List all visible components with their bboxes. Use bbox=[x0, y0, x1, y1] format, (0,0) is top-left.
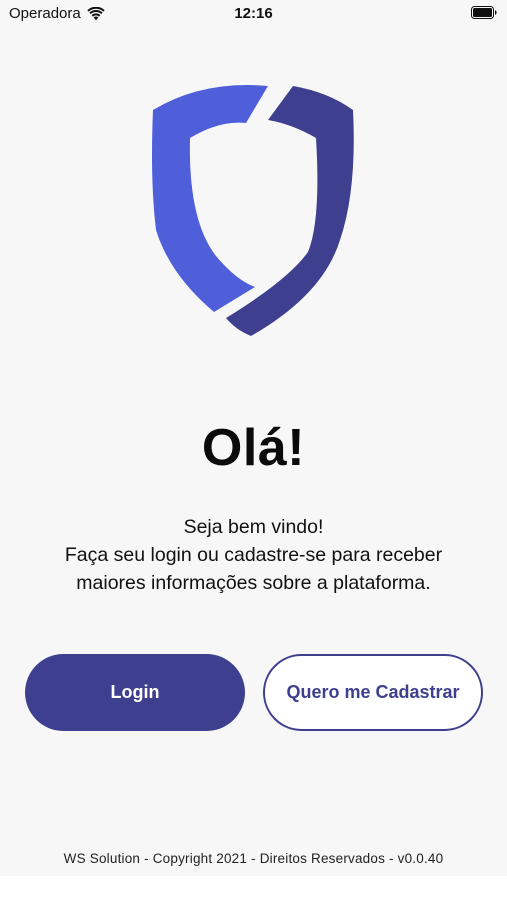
greeting-title: Olá! bbox=[201, 419, 306, 477]
status-time: 12:16 bbox=[234, 5, 273, 22]
app-screen: Operadora 12:16 Olá! Seja bem vindo! Faç… bbox=[0, 0, 507, 876]
status-bar: Operadora 12:16 bbox=[0, 0, 507, 30]
register-button[interactable]: Quero me Cadastrar bbox=[263, 654, 483, 731]
shield-logo-icon bbox=[152, 85, 354, 336]
welcome-line: Faça seu login ou cadastre-se para receb… bbox=[64, 544, 443, 566]
battery-icon bbox=[471, 6, 497, 19]
welcome-message: Seja bem vindo! Faça seu login ou cadast… bbox=[0, 513, 507, 597]
welcome-line: maiores informações sobre a plataforma. bbox=[76, 572, 431, 594]
welcome-line: Seja bem vindo! bbox=[183, 516, 324, 538]
login-button[interactable]: Login bbox=[25, 654, 245, 731]
footer-copyright: WS Solution - Copyright 2021 - Direitos … bbox=[63, 851, 444, 866]
